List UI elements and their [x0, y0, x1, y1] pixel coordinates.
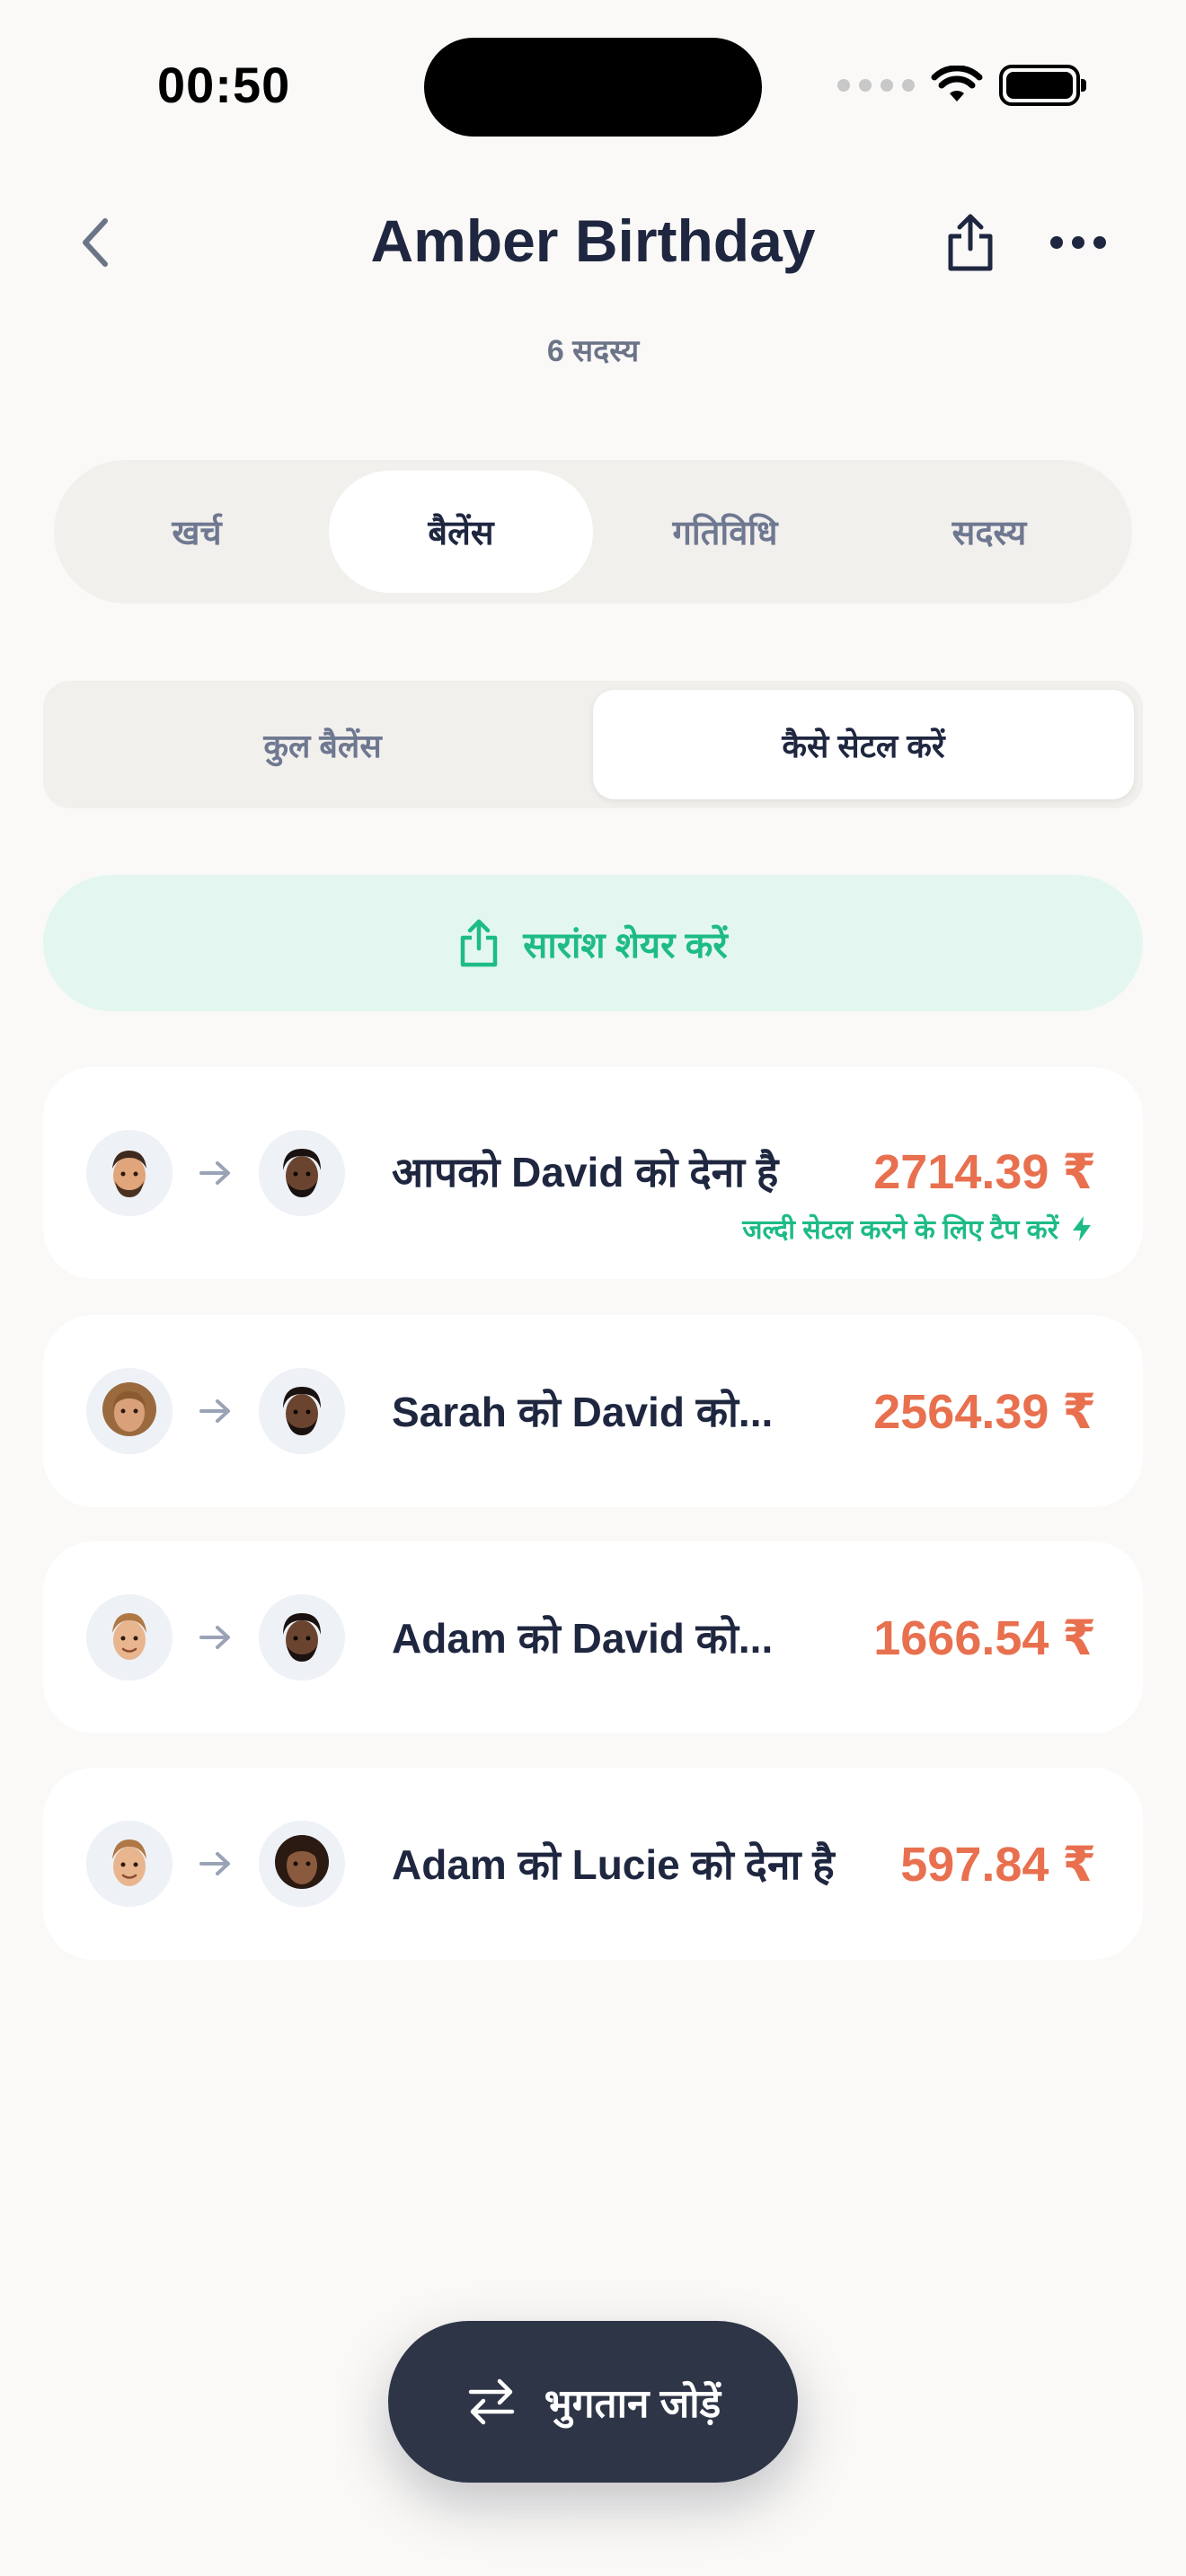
- tab-balance[interactable]: बैलेंस: [329, 471, 593, 593]
- share-icon: [948, 214, 993, 271]
- battery-icon: [999, 65, 1086, 106]
- more-dots-icon: [1050, 236, 1106, 249]
- avatar: [86, 1594, 173, 1681]
- avatar: [259, 1368, 345, 1454]
- tab-activity[interactable]: गतिविधि: [593, 471, 857, 593]
- add-payment-button[interactable]: भुगतान जोड़ें: [388, 2321, 798, 2483]
- arrow-right-icon: [173, 1624, 259, 1651]
- arrow-right-icon: [173, 1398, 259, 1425]
- memoji-man-dark-icon: [283, 1613, 321, 1662]
- settlement-amount: 2564.39 ₹: [873, 1384, 1096, 1439]
- share-summary-label: सारांश शेयर करें: [523, 925, 728, 966]
- avatar: [259, 1130, 345, 1216]
- share-button[interactable]: [934, 205, 1006, 280]
- main-tab-bar: खर्च बैलेंस गतिविधि सदस्य: [54, 460, 1132, 604]
- memoji-woman-curly-icon: [102, 1382, 156, 1436]
- settlement-card[interactable]: Adam को Lucie को देना है 597.84 ₹: [43, 1768, 1143, 1960]
- lightning-bolt-icon: [1073, 1215, 1091, 1241]
- page-title: Amber Birthday: [370, 207, 816, 274]
- wifi-icon: [931, 66, 983, 101]
- settlement-amount: 597.84 ₹: [900, 1837, 1096, 1892]
- settlement-amount: 2714.39 ₹: [873, 1144, 1096, 1199]
- settlement-description: आपको David को देना है: [392, 1149, 779, 1195]
- settlement-amount: 1666.54 ₹: [873, 1610, 1096, 1665]
- settlement-card[interactable]: Adam को David को... 1666.54 ₹: [43, 1541, 1143, 1734]
- swap-arrows-icon: [468, 2378, 515, 2425]
- avatar: [86, 1368, 173, 1454]
- quick-settle-hint: जल्दी सेटल करने के लिए टैप करें: [742, 1210, 1093, 1247]
- memoji-man-dark-icon: [283, 1149, 321, 1197]
- tab-expenses[interactable]: खर्च: [65, 471, 329, 593]
- settlement-description: Sarah को David को...: [392, 1389, 774, 1435]
- memoji-man-beard-icon: [112, 1151, 146, 1197]
- balance-view-toggle: कुल बैलेंस कैसे सेटल करें: [43, 681, 1143, 808]
- arrow-right-icon: [173, 1850, 259, 1877]
- tab-members[interactable]: सदस्य: [857, 471, 1121, 593]
- tab-total-balance[interactable]: कुल बैलेंस: [52, 690, 593, 799]
- avatar: [86, 1130, 173, 1216]
- status-time: 00:50: [157, 57, 291, 113]
- memoji-man-dark-icon: [283, 1387, 321, 1435]
- quick-settle-hint-label: जल्दी सेटल करने के लिए टैप करें: [742, 1215, 1058, 1245]
- arrow-right-icon: [173, 1160, 259, 1187]
- cellular-signal-icon: [837, 79, 915, 92]
- more-options-button[interactable]: [1042, 205, 1114, 280]
- dynamic-island: [424, 38, 762, 137]
- settlement-card[interactable]: Sarah को David को... 2564.39 ₹: [43, 1315, 1143, 1507]
- settlement-description: Adam को Lucie को देना है: [392, 1841, 835, 1888]
- share-icon: [461, 919, 498, 967]
- settlement-card[interactable]: आपको David को देना है 2714.39 ₹ जल्दी से…: [43, 1067, 1143, 1279]
- member-count: 6 सदस्य: [546, 334, 640, 368]
- memoji-woman-curly-dark-icon: [275, 1835, 329, 1889]
- settlement-description: Adam को David को...: [392, 1615, 774, 1662]
- memoji-man-light-icon: [112, 1613, 146, 1660]
- avatar: [86, 1821, 173, 1907]
- add-payment-label: भुगतान जोड़ें: [544, 2382, 721, 2426]
- status-icons: [837, 65, 1086, 106]
- tab-how-to-settle[interactable]: कैसे सेटल करें: [593, 690, 1134, 799]
- share-summary-button[interactable]: सारांश शेयर करें: [43, 875, 1143, 1011]
- avatar: [259, 1594, 345, 1681]
- memoji-man-light-icon: [112, 1839, 146, 1886]
- avatar: [259, 1821, 345, 1907]
